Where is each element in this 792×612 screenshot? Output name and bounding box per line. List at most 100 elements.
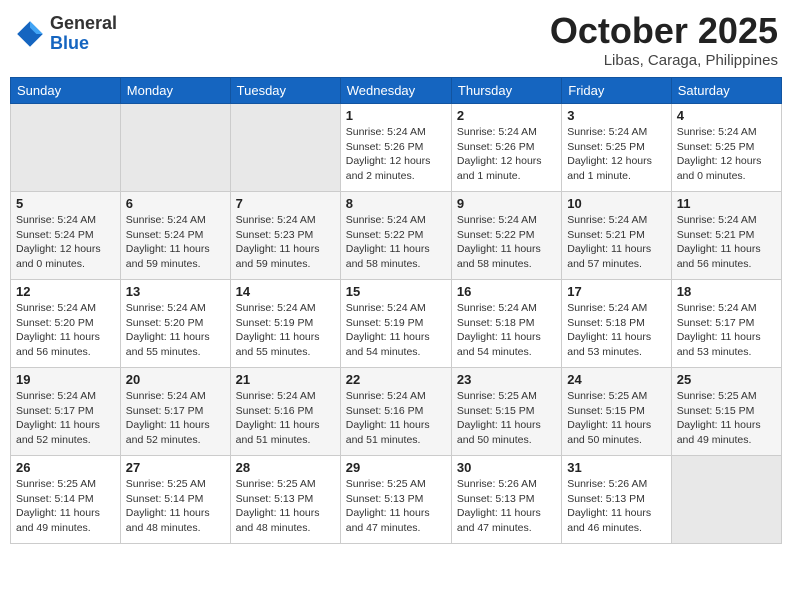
day-cell: 3 Sunrise: 5:24 AM Sunset: 5:25 PM Daylig… xyxy=(562,104,671,192)
day-cell: 12Sunrise: 5:24 AM Sunset: 5:20 PM Dayli… xyxy=(11,280,121,368)
day-cell xyxy=(120,104,230,192)
weekday-header-saturday: Saturday xyxy=(671,78,781,104)
weekday-header-monday: Monday xyxy=(120,78,230,104)
day-cell: 7 Sunrise: 5:24 AM Sunset: 5:23 PM Daylig… xyxy=(230,192,340,280)
day-cell: 30 Sunrise: 5:26 AM Sunset: 5:13 PM Dayli… xyxy=(451,456,561,544)
day-cell: 23 Sunrise: 5:25 AM Sunset: 5:15 PM Dayli… xyxy=(451,368,561,456)
day-number: 25 xyxy=(677,372,776,387)
day-info: Sunrise: 5:24 AM Sunset: 5:24 PM Dayligh… xyxy=(16,213,115,272)
day-info: Sunrise: 5:24 AM Sunset: 5:17 PM Dayligh… xyxy=(16,389,115,448)
day-cell: 10 Sunrise: 5:24 AM Sunset: 5:21 PM Dayli… xyxy=(562,192,671,280)
weekday-header-friday: Friday xyxy=(562,78,671,104)
day-cell: 6 Sunrise: 5:24 AM Sunset: 5:24 PM Daylig… xyxy=(120,192,230,280)
day-cell: 2 Sunrise: 5:24 AM Sunset: 5:26 PM Daylig… xyxy=(451,104,561,192)
weekday-header-row: SundayMondayTuesdayWednesdayThursdayFrid… xyxy=(11,78,782,104)
day-cell: 5 Sunrise: 5:24 AM Sunset: 5:24 PM Daylig… xyxy=(11,192,121,280)
day-info: Sunrise: 5:24 AM Sunset: 5:19 PM Dayligh… xyxy=(236,301,335,360)
day-cell: 28Sunrise: 5:25 AM Sunset: 5:13 PM Dayli… xyxy=(230,456,340,544)
day-number: 17 xyxy=(567,284,665,299)
day-info: Sunrise: 5:24 AM Sunset: 5:16 PM Dayligh… xyxy=(236,389,335,448)
day-cell: 17 Sunrise: 5:24 AM Sunset: 5:18 PM Dayli… xyxy=(562,280,671,368)
day-number: 20 xyxy=(126,372,225,387)
day-number: 11 xyxy=(677,196,776,211)
day-number: 3 xyxy=(567,108,665,123)
day-info: Sunrise: 5:24 AM Sunset: 5:16 PM Dayligh… xyxy=(346,389,446,448)
day-info: Sunrise: 5:24 AM Sunset: 5:22 PM Dayligh… xyxy=(457,213,556,272)
logo-text: General Blue xyxy=(50,14,117,54)
day-info: Sunrise: 5:24 AM Sunset: 5:24 PM Dayligh… xyxy=(126,213,225,272)
day-info: Sunrise: 5:25 AM Sunset: 5:15 PM Dayligh… xyxy=(567,389,665,448)
day-info: Sunrise: 5:24 AM Sunset: 5:19 PM Dayligh… xyxy=(346,301,446,360)
day-cell: 19 Sunrise: 5:24 AM Sunset: 5:17 PM Dayli… xyxy=(11,368,121,456)
day-number: 23 xyxy=(457,372,556,387)
day-number: 6 xyxy=(126,196,225,211)
week-row-2: 5 Sunrise: 5:24 AM Sunset: 5:24 PM Daylig… xyxy=(11,192,782,280)
location-subtitle: Libas, Caraga, Philippines xyxy=(550,52,778,69)
day-cell: 14 Sunrise: 5:24 AM Sunset: 5:19 PM Dayli… xyxy=(230,280,340,368)
day-number: 4 xyxy=(677,108,776,123)
day-number: 8 xyxy=(346,196,446,211)
day-number: 21 xyxy=(236,372,335,387)
day-info: Sunrise: 5:24 AM Sunset: 5:25 PM Dayligh… xyxy=(567,125,665,184)
week-row-5: 26 Sunrise: 5:25 AM Sunset: 5:14 PM Dayli… xyxy=(11,456,782,544)
day-number: 7 xyxy=(236,196,335,211)
day-number: 26 xyxy=(16,460,115,475)
day-cell: 18Sunrise: 5:24 AM Sunset: 5:17 PM Dayli… xyxy=(671,280,781,368)
day-info: Sunrise: 5:25 AM Sunset: 5:14 PM Dayligh… xyxy=(126,477,225,536)
day-cell: 22 Sunrise: 5:24 AM Sunset: 5:16 PM Dayli… xyxy=(340,368,451,456)
weekday-header-wednesday: Wednesday xyxy=(340,78,451,104)
day-number: 19 xyxy=(16,372,115,387)
day-info: Sunrise: 5:24 AM Sunset: 5:23 PM Dayligh… xyxy=(236,213,335,272)
month-title: October 2025 xyxy=(550,10,778,52)
day-number: 2 xyxy=(457,108,556,123)
week-row-3: 12 Sunrise: 5:24 AM Sunset: 5:20 PM Dayli… xyxy=(11,280,782,368)
day-number: 30 xyxy=(457,460,556,475)
day-cell: 25 Sunrise: 5:25 AM Sunset: 5:15 PM Dayli… xyxy=(671,368,781,456)
day-cell: 20 Sunrise: 5:24 AM Sunset: 5:17 PM Dayli… xyxy=(120,368,230,456)
day-number: 16 xyxy=(457,284,556,299)
day-number: 29 xyxy=(346,460,446,475)
day-cell: 8 Sunrise: 5:24 AM Sunset: 5:22 PM Daylig… xyxy=(340,192,451,280)
day-cell: 26Sunrise: 5:25 AM Sunset: 5:14 PM Dayli… xyxy=(11,456,121,544)
day-info: Sunrise: 5:24 AM Sunset: 5:18 PM Dayligh… xyxy=(567,301,665,360)
weekday-header-sunday: Sunday xyxy=(11,78,121,104)
day-cell: 9Sunrise: 5:24 AM Sunset: 5:22 PM Daylig… xyxy=(451,192,561,280)
logo-general: General xyxy=(50,14,117,34)
day-number: 15 xyxy=(346,284,446,299)
week-row-4: 19 Sunrise: 5:24 AM Sunset: 5:17 PM Dayli… xyxy=(11,368,782,456)
day-number: 14 xyxy=(236,284,335,299)
day-cell xyxy=(230,104,340,192)
weekday-header-tuesday: Tuesday xyxy=(230,78,340,104)
day-info: Sunrise: 5:24 AM Sunset: 5:20 PM Dayligh… xyxy=(126,301,225,360)
day-number: 27 xyxy=(126,460,225,475)
day-cell: 31Sunrise: 5:26 AM Sunset: 5:13 PM Dayli… xyxy=(562,456,671,544)
title-block: October 2025 Libas, Caraga, Philippines xyxy=(550,10,778,69)
calendar-table: SundayMondayTuesdayWednesdayThursdayFrid… xyxy=(10,77,782,544)
day-info: Sunrise: 5:26 AM Sunset: 5:13 PM Dayligh… xyxy=(457,477,556,536)
day-cell: 4Sunrise: 5:24 AM Sunset: 5:25 PM Daylig… xyxy=(671,104,781,192)
logo-icon xyxy=(14,18,46,50)
day-info: Sunrise: 5:24 AM Sunset: 5:26 PM Dayligh… xyxy=(457,125,556,184)
day-cell: 11Sunrise: 5:24 AM Sunset: 5:21 PM Dayli… xyxy=(671,192,781,280)
day-cell: 1Sunrise: 5:24 AM Sunset: 5:26 PM Daylig… xyxy=(340,104,451,192)
day-info: Sunrise: 5:26 AM Sunset: 5:13 PM Dayligh… xyxy=(567,477,665,536)
day-info: Sunrise: 5:25 AM Sunset: 5:15 PM Dayligh… xyxy=(457,389,556,448)
day-info: Sunrise: 5:25 AM Sunset: 5:13 PM Dayligh… xyxy=(346,477,446,536)
day-info: Sunrise: 5:24 AM Sunset: 5:22 PM Dayligh… xyxy=(346,213,446,272)
day-number: 5 xyxy=(16,196,115,211)
day-cell xyxy=(11,104,121,192)
day-cell: 27 Sunrise: 5:25 AM Sunset: 5:14 PM Dayli… xyxy=(120,456,230,544)
day-info: Sunrise: 5:25 AM Sunset: 5:15 PM Dayligh… xyxy=(677,389,776,448)
day-cell xyxy=(671,456,781,544)
day-info: Sunrise: 5:24 AM Sunset: 5:17 PM Dayligh… xyxy=(677,301,776,360)
day-number: 10 xyxy=(567,196,665,211)
day-number: 13 xyxy=(126,284,225,299)
day-info: Sunrise: 5:24 AM Sunset: 5:21 PM Dayligh… xyxy=(567,213,665,272)
day-info: Sunrise: 5:24 AM Sunset: 5:17 PM Dayligh… xyxy=(126,389,225,448)
day-cell: 16Sunrise: 5:24 AM Sunset: 5:18 PM Dayli… xyxy=(451,280,561,368)
day-number: 12 xyxy=(16,284,115,299)
day-number: 22 xyxy=(346,372,446,387)
day-cell: 24 Sunrise: 5:25 AM Sunset: 5:15 PM Dayli… xyxy=(562,368,671,456)
day-number: 28 xyxy=(236,460,335,475)
day-number: 24 xyxy=(567,372,665,387)
